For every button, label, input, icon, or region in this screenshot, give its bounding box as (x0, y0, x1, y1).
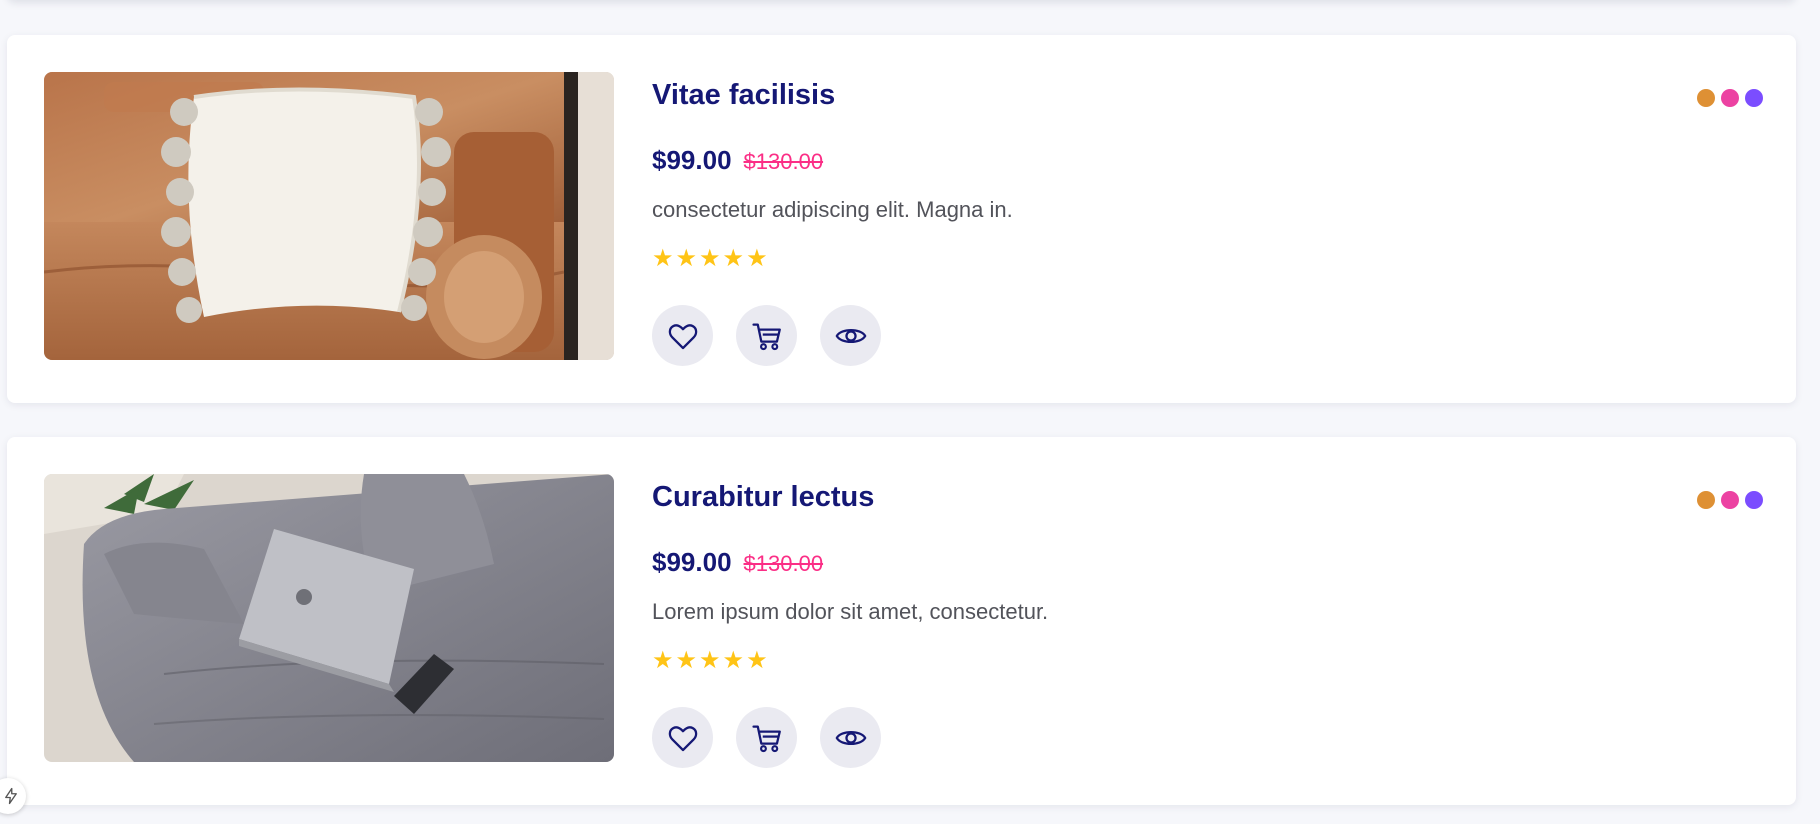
product-actions (652, 707, 881, 768)
color-swatches (1697, 89, 1763, 107)
rating-stars: ★★★★★ (652, 244, 770, 272)
product-actions (652, 305, 881, 366)
sofa-with-pillows-image (44, 72, 614, 360)
cart-icon (751, 725, 781, 752)
product-card: Vitae facilisis $99.00 $130.00 consectet… (7, 35, 1796, 403)
eye-icon (835, 730, 866, 745)
swatch-purple[interactable] (1745, 89, 1763, 107)
color-swatches (1697, 491, 1763, 509)
grey-sofa-with-laptop-image (44, 474, 614, 762)
product-image[interactable] (44, 72, 614, 360)
heart-icon (668, 323, 697, 349)
product-image[interactable] (44, 474, 614, 762)
heart-icon (668, 725, 697, 751)
swatch-orange[interactable] (1697, 491, 1715, 509)
product-card: Curabitur lectus $99.00 $130.00 Lorem ip… (7, 437, 1796, 805)
swatch-pink[interactable] (1721, 89, 1739, 107)
product-price: $99.00 (652, 145, 732, 175)
eye-icon (835, 328, 866, 343)
product-old-price: $130.00 (743, 551, 824, 576)
wishlist-button[interactable] (652, 707, 713, 768)
product-price: $99.00 (652, 547, 732, 577)
price-row: $99.00 $130.00 (652, 145, 823, 176)
swatch-purple[interactable] (1745, 491, 1763, 509)
quick-view-button[interactable] (820, 707, 881, 768)
swatch-orange[interactable] (1697, 89, 1715, 107)
add-to-cart-button[interactable] (736, 707, 797, 768)
product-title[interactable]: Vitae facilisis (652, 81, 835, 110)
wishlist-button[interactable] (652, 305, 713, 366)
swatch-pink[interactable] (1721, 491, 1739, 509)
product-old-price: $130.00 (743, 149, 824, 174)
price-row: $99.00 $130.00 (652, 547, 823, 578)
add-to-cart-button[interactable] (736, 305, 797, 366)
product-description: Lorem ipsum dolor sit amet, consectetur. (652, 599, 1049, 624)
rating-stars: ★★★★★ (652, 646, 770, 674)
product-description: consectetur adipiscing elit. Magna in. (652, 197, 1013, 222)
product-title[interactable]: Curabitur lectus (652, 483, 874, 512)
lightning-icon (5, 787, 17, 805)
cart-icon (751, 323, 781, 350)
quick-view-button[interactable] (820, 305, 881, 366)
